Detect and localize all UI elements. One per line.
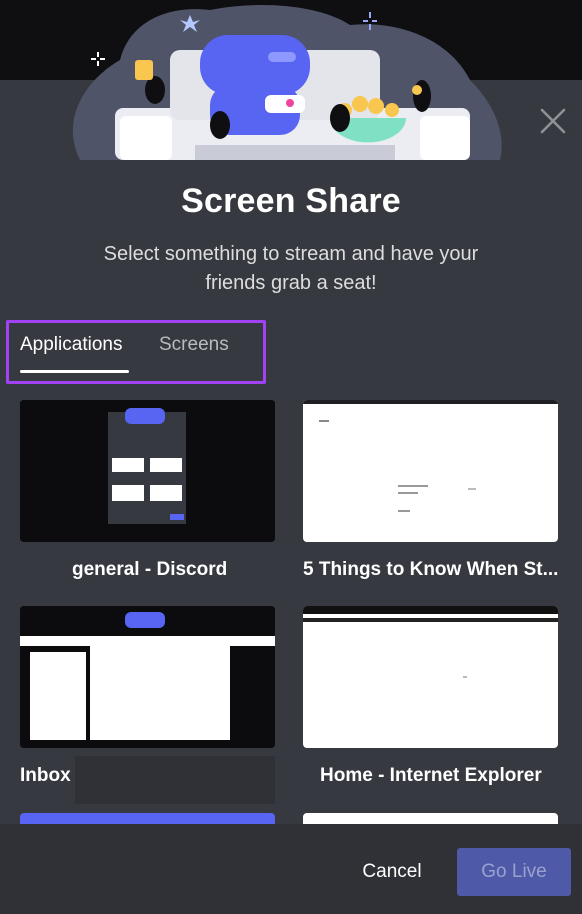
source-thumbnail: [20, 606, 275, 748]
selected-tab-indicator: [20, 370, 129, 373]
tab-applications[interactable]: Applications: [20, 334, 122, 356]
screen-share-illustration: [72, 5, 502, 160]
dialog-title: Screen Share: [181, 182, 401, 220]
source-thumbnail: [303, 606, 558, 748]
source-thumbnail: [20, 400, 275, 542]
source-thumbnail: [303, 400, 558, 542]
go-live-button[interactable]: Go Live: [457, 848, 571, 896]
source-label: Home - Internet Explorer: [320, 765, 542, 786]
label-placeholder-bar: [75, 756, 275, 804]
source-label: Inbox: [20, 765, 71, 786]
source-label: 5 Things to Know When St...: [303, 559, 559, 580]
sparkle-icon: [91, 52, 105, 66]
source-label: general - Discord: [72, 559, 228, 580]
cancel-button[interactable]: Cancel: [352, 848, 432, 896]
close-icon[interactable]: [538, 106, 568, 136]
tab-screens[interactable]: Screens: [159, 334, 229, 356]
dialog-subtitle: Select something to stream and have your…: [103, 243, 479, 294]
